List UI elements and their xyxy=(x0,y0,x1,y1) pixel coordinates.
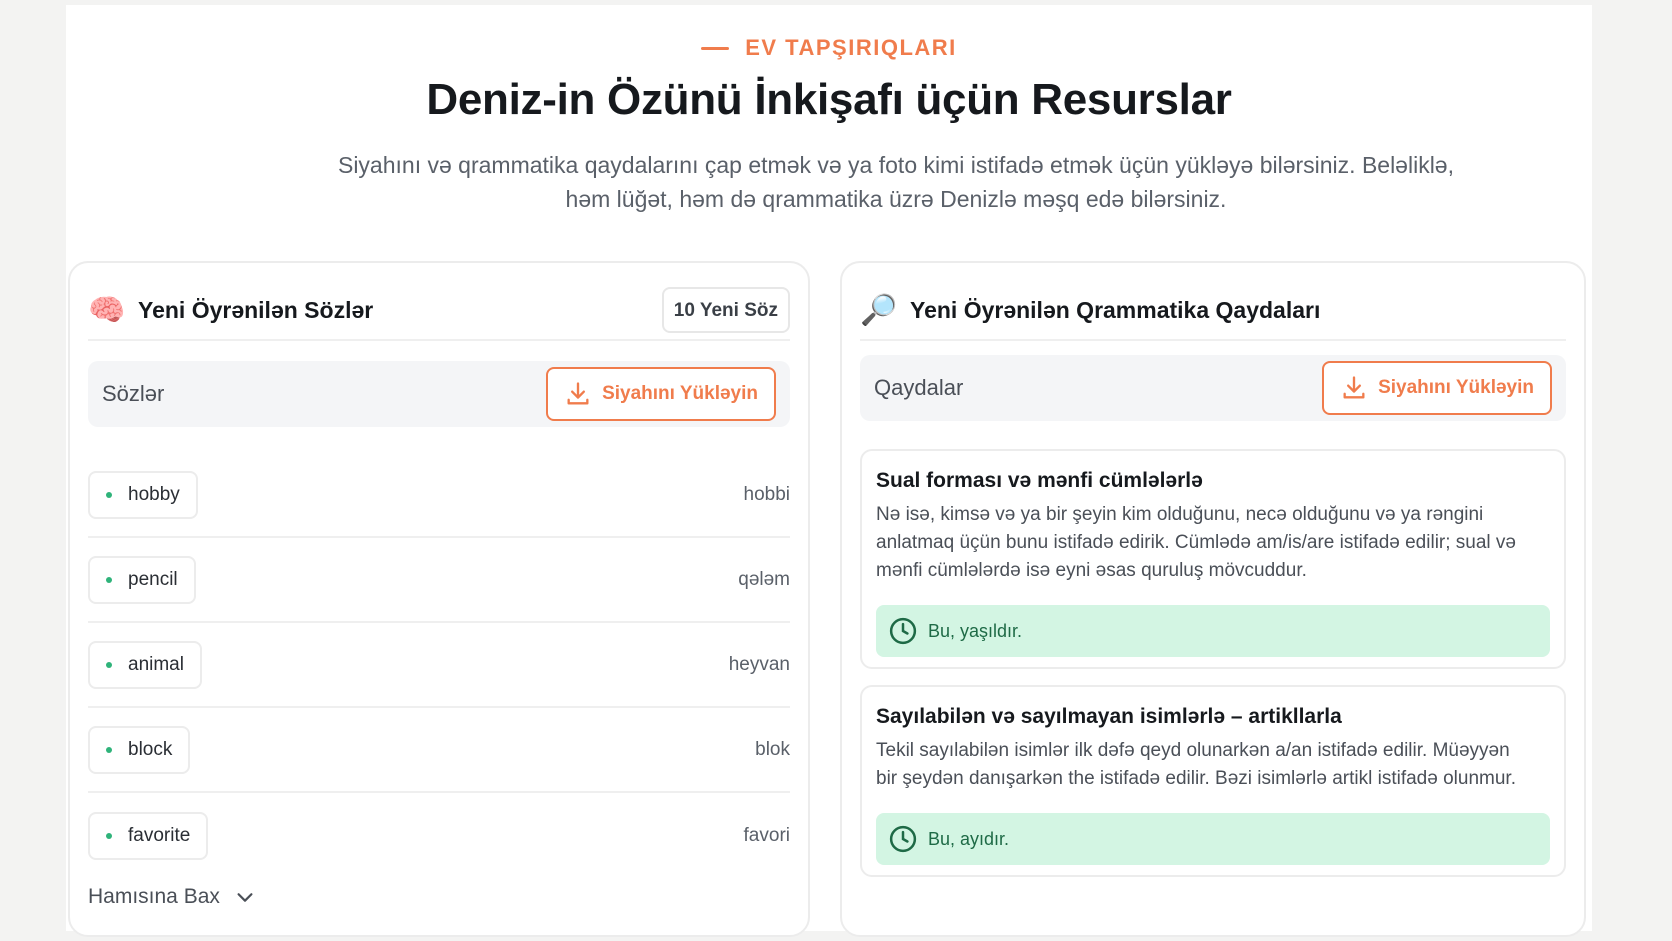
resources-page: EV TAPŞIRIQLARI Deniz-in Özünü İnkişafı … xyxy=(66,5,1592,937)
download-words-button[interactable]: Siyahını Yükləyin xyxy=(546,367,776,421)
section-eyebrow: EV TAPŞIRIQLARI xyxy=(66,35,1592,61)
word-english: block xyxy=(128,738,173,760)
list-item: block blok xyxy=(88,708,790,793)
word-chip[interactable]: pencil xyxy=(88,555,196,604)
word-english: animal xyxy=(128,653,184,675)
list-item: animal heyvan xyxy=(88,623,790,708)
rule-body: Tekil sayılabilən isimlər ilk dəfə qeyd … xyxy=(876,740,1516,789)
grammar-card: 🔎 Yeni Öyrənilən Qrammatika Qaydaları Qa… xyxy=(840,261,1586,937)
word-list: hobby hobbi pencil qələm animal heyvan b… xyxy=(88,453,790,878)
word-english: hobby xyxy=(128,483,180,505)
word-count-badge: 10 Yeni Söz xyxy=(661,287,790,333)
rule-example: Bu, ayıdır. xyxy=(876,813,1550,865)
grammar-rule-card: Sual forması və mənfi cümlələrlə Nə isə,… xyxy=(860,449,1566,669)
list-item: hobby hobbi xyxy=(88,453,790,538)
download-icon xyxy=(1343,376,1365,399)
word-translation: blok xyxy=(755,738,790,760)
vocabulary-card-title: Yeni Öyrənilən Sözlər xyxy=(138,296,374,323)
word-english: favorite xyxy=(128,824,191,846)
magnifier-icon: 🔎 xyxy=(860,293,898,327)
view-all-button[interactable]: Hamısına Bax xyxy=(88,885,256,909)
list-item: favorite favori xyxy=(88,793,790,878)
grammar-rule-card: Sayılabilən və sayılmayan isimlərlə – ar… xyxy=(860,685,1566,877)
clock-icon xyxy=(889,825,917,853)
word-chip[interactable]: animal xyxy=(88,640,202,689)
word-chip[interactable]: block xyxy=(88,725,191,774)
word-translation: heyvan xyxy=(728,653,790,675)
bullet-dot xyxy=(106,661,112,668)
rule-example: Bu, yaşıldır. xyxy=(876,605,1550,657)
download-rules-button[interactable]: Siyahını Yükləyin xyxy=(1322,361,1552,415)
word-chip[interactable]: favorite xyxy=(88,811,209,860)
word-translation: hobbi xyxy=(743,483,791,505)
eyebrow-label: EV TAPŞIRIQLARI xyxy=(745,35,957,60)
rules-label: Qaydalar xyxy=(874,375,964,400)
words-label: Sözlər xyxy=(102,381,165,406)
download-words-label: Siyahını Yükləyin xyxy=(602,383,758,404)
page-title: Deniz-in Özünü İnkişafı üçün Resurslar xyxy=(426,75,1232,124)
eyebrow-dash xyxy=(701,46,730,50)
rule-title: Sual forması və mənfi cümlələrlə xyxy=(876,469,1203,492)
word-english: pencil xyxy=(128,568,178,590)
bullet-dot xyxy=(106,491,112,498)
vocabulary-card-header: 🧠 Yeni Öyrənilən Sözlər 10 Yeni Söz xyxy=(88,281,790,341)
bullet-dot xyxy=(106,746,112,753)
page-subtitle: Siyahını və qrammatika qaydalarını çap e… xyxy=(337,152,1454,212)
word-translation: favori xyxy=(743,824,790,846)
words-toolbar: Sözlər Siyahını Yükləyin xyxy=(88,361,790,427)
grammar-card-header: 🔎 Yeni Öyrənilən Qrammatika Qaydaları xyxy=(860,281,1566,341)
rule-example-text: Bu, yaşıldır. xyxy=(928,620,1023,641)
bullet-dot xyxy=(106,576,112,583)
bullet-dot xyxy=(106,832,112,839)
list-item: pencil qələm xyxy=(88,538,790,623)
chevron-down-icon xyxy=(237,893,253,902)
rule-example-text: Bu, ayıdır. xyxy=(928,828,1010,849)
word-translation: qələm xyxy=(738,568,790,590)
grammar-card-title: Yeni Öyrənilən Qrammatika Qaydaları xyxy=(910,296,1321,323)
download-icon xyxy=(567,382,589,405)
word-chip[interactable]: hobby xyxy=(88,470,198,519)
brain-icon: 🧠 xyxy=(88,293,126,327)
clock-icon xyxy=(889,617,917,645)
vocabulary-card: 🧠 Yeni Öyrənilən Sözlər 10 Yeni Söz Sözl… xyxy=(68,261,810,937)
view-all-label: Hamısına Bax xyxy=(88,885,220,908)
rule-title: Sayılabilən və sayılmayan isimlərlə – ar… xyxy=(876,705,1342,728)
rules-toolbar: Qaydalar Siyahını Yükləyin xyxy=(860,355,1566,421)
rule-body: Nə isə, kimsə və ya bir şeyin kim olduğu… xyxy=(876,504,1516,581)
download-rules-label: Siyahını Yükləyin xyxy=(1378,377,1534,398)
